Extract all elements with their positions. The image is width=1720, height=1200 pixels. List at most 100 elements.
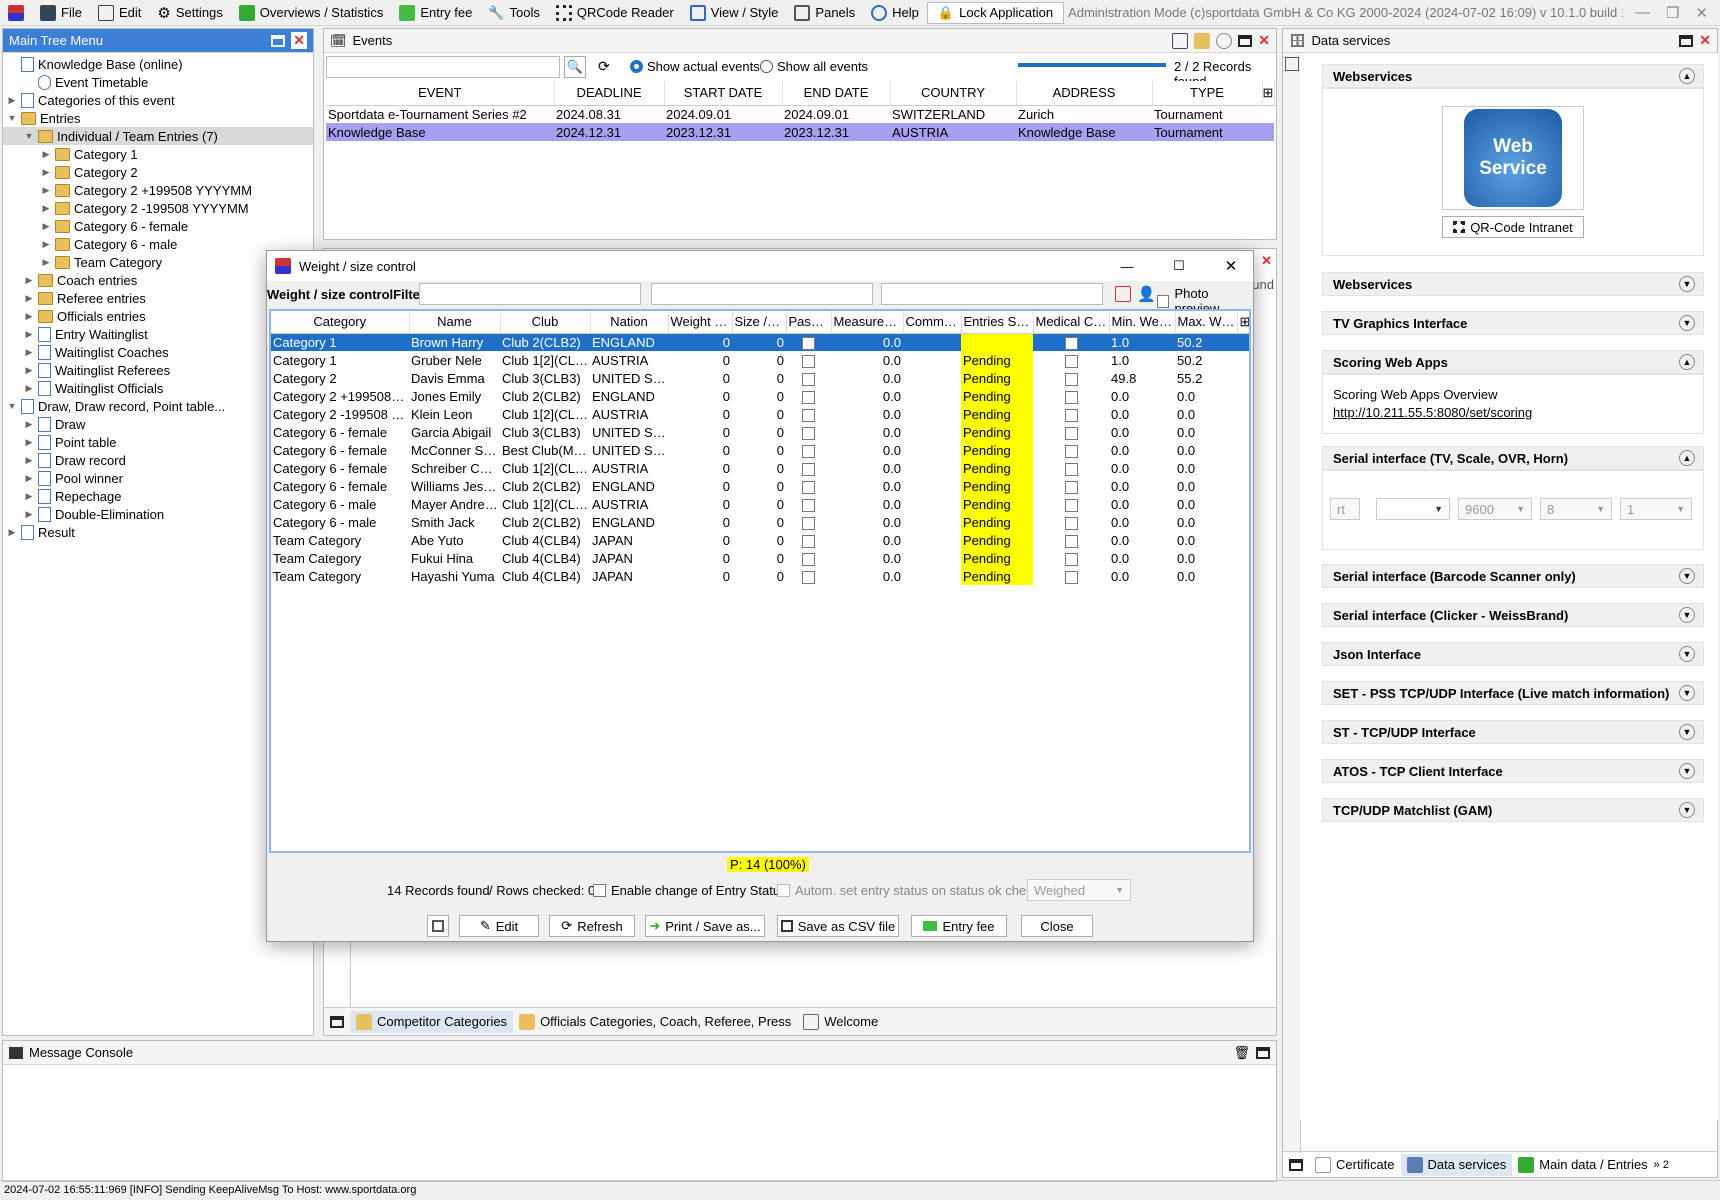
tool-icon[interactable] [1285,57,1299,71]
tree-item[interactable]: ▶ Categories of this event [3,91,313,109]
column-header[interactable]: Comme... [903,311,962,334]
close-icon[interactable]: ✕ [1209,257,1253,275]
expand-icon[interactable]: ▼ [1679,724,1695,740]
medical-check-checkbox[interactable] [1064,534,1078,548]
medical-check-checkbox[interactable] [1064,480,1078,494]
tree-item[interactable]: Knowledge Base (online) [3,55,313,73]
collapsed-icon[interactable]: ▶ [41,185,51,196]
table-row[interactable]: Category 1 Brown Harry Club 2(CLB2) ENGLAND… [271,333,1249,351]
status-select[interactable]: Weighed ▼ [1027,879,1131,901]
close-button[interactable]: Close [1021,915,1093,937]
column-header[interactable]: Measurem... [831,311,904,334]
collapsed-icon[interactable]: ▶ [41,167,51,178]
menu-view-style[interactable]: View / Style [682,0,787,25]
expand-icon[interactable]: ▼ [1679,646,1695,662]
tree-item[interactable]: ▼ Individual / Team Entries (7) [3,127,313,145]
collapsed-icon[interactable]: ▶ [24,491,34,502]
medical-check-checkbox[interactable] [1064,336,1078,350]
section-st-tcp[interactable]: ST - TCP/UDP Interface ▼ [1322,720,1704,744]
show-actual-events-radio[interactable]: Show actual events [630,59,760,74]
tree-item[interactable]: ▶ Category 2 [3,163,313,181]
close-icon[interactable]: ✕ [1261,253,1272,269]
column-menu-icon[interactable]: ⊞ [1237,311,1249,334]
close-window-icon[interactable]: ✕ [1695,4,1708,22]
qr-code-intranet-button[interactable]: QR-Code Intranet [1442,216,1584,238]
column-header[interactable]: END DATE [782,81,891,106]
tree-item[interactable]: ▼ Entries [3,109,313,127]
scoring-url-link[interactable]: http://10.211.55.5:8080/set/scoring [1333,405,1693,420]
folder-open-icon[interactable] [1194,32,1211,49]
tree-item[interactable]: ▶ Category 6 - female [3,217,313,235]
tab-officials-categories[interactable]: Officials Categories, Coach, Referee, Pr… [513,1011,797,1033]
collapsed-icon[interactable]: ▶ [24,437,34,448]
passed-checkbox[interactable] [802,444,815,458]
tree-item[interactable]: ▶ Category 2 -199508 YYYYMM [3,199,313,217]
collapsed-icon[interactable]: ▶ [24,455,34,466]
section-set-pss[interactable]: SET - PSS TCP/UDP Interface (Live match … [1322,681,1704,705]
column-menu-icon[interactable]: ⊞ [1262,81,1275,106]
collapsed-icon[interactable]: ▶ [41,257,51,268]
passed-checkbox[interactable] [802,552,815,566]
column-header[interactable]: Size / c... [732,311,787,334]
section-barcode-scanner[interactable]: Serial interface (Barcode Scanner only) ▼ [1322,564,1704,588]
column-header[interactable]: DEADLINE [554,81,665,106]
column-header[interactable]: EVENT [326,81,555,106]
tab-data-services[interactable]: Data services [1400,1153,1513,1176]
maximize-icon[interactable] [1256,1046,1270,1059]
medical-check-checkbox[interactable] [1064,570,1078,584]
passed-checkbox[interactable] [802,354,815,368]
collapsed-icon[interactable]: ▶ [41,239,51,250]
filter-icon[interactable] [1172,32,1189,49]
expand-icon[interactable]: ▼ [1679,607,1695,623]
collapsed-icon[interactable]: ▶ [24,365,34,376]
table-row[interactable]: Sportdata e-Tournament Series #2 2024.08.… [326,105,1274,123]
save-csv-button[interactable]: Save as CSV file [777,915,899,937]
table-row[interactable]: Category 2 Davis Emma Club 3(CLB3) UNITED S… [271,369,1249,387]
serial-bits-select[interactable]: 8 ▼ [1540,498,1612,520]
filter-input-3[interactable] [881,283,1103,305]
table-row[interactable]: Category 1 Gruber Nele Club 1[2](CLB... AUS… [271,351,1249,369]
table-row[interactable]: Category 2 -199508 YYY...Klein Leon Club … [271,405,1249,423]
medical-check-checkbox[interactable] [1064,444,1078,458]
medical-check-checkbox[interactable] [1064,462,1078,476]
minimize-window-icon[interactable]: — [1635,4,1650,22]
menu-entry-fee[interactable]: Entry fee [391,0,480,25]
tree-item[interactable]: Event Timetable [3,73,313,91]
passed-checkbox[interactable] [802,516,815,530]
collapsed-icon[interactable]: ▶ [24,383,34,394]
collapsed-icon[interactable]: ▶ [24,275,34,286]
table-row[interactable]: Category 2 +199508 YYY...Jones Emily Club… [271,387,1249,405]
table-row[interactable]: Team Category Abe Yuto Club 4(CLB4) JAPAN 0 0… [271,531,1249,549]
passed-checkbox[interactable] [802,534,815,548]
collapsed-icon[interactable]: ▶ [41,221,51,232]
menu-file[interactable]: File [32,0,90,25]
sync-icon[interactable]: ⟳ [598,58,610,75]
section-clicker[interactable]: Serial interface (Clicker - WeissBrand) ▼ [1322,603,1704,627]
section-webservices-2[interactable]: Webservices ▼ [1322,272,1704,296]
collapsed-icon[interactable]: ▶ [7,95,17,106]
column-header[interactable]: Medical Ch... [1033,311,1110,334]
column-header[interactable]: Name [409,311,501,334]
column-header[interactable]: Weight / ... [668,311,733,334]
collapse-icon[interactable]: ▲ [1679,450,1695,466]
close-icon[interactable]: ✕ [1258,32,1270,49]
column-header[interactable]: ADDRESS [1016,81,1153,106]
collapsed-icon[interactable]: ▶ [24,473,34,484]
collapsed-icon[interactable]: ▶ [24,419,34,430]
section-scoring-web-apps[interactable]: Scoring Web Apps ▲ [1322,350,1704,374]
minimize-icon[interactable]: — [1105,259,1149,274]
maximize-icon[interactable]: ☐ [1157,258,1201,274]
medical-check-checkbox[interactable] [1064,390,1078,404]
passed-checkbox[interactable] [802,408,815,422]
column-header[interactable]: COUNTRY [890,81,1017,106]
column-header[interactable]: Entries Sta... [961,311,1034,334]
refresh-button[interactable]: ⟳ Refresh [549,915,635,937]
passed-checkbox[interactable] [802,336,815,350]
tree-item[interactable]: ▶ Category 1 [3,145,313,163]
expand-icon[interactable]: ▼ [1679,763,1695,779]
table-row[interactable]: Category 6 - male Mayer Andreas Club 1[2](… [271,495,1249,513]
tab-welcome[interactable]: Welcome [797,1011,884,1033]
expanded-icon[interactable]: ▼ [24,131,34,141]
column-header[interactable]: Club [500,311,591,334]
medical-check-checkbox[interactable] [1064,372,1078,386]
